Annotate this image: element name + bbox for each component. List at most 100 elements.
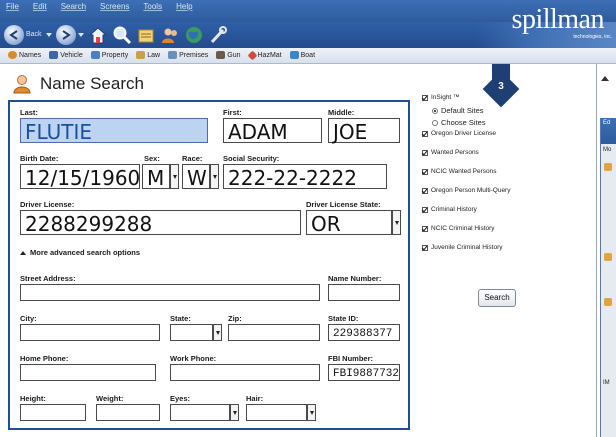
nav-vehicle[interactable]: Vehicle (49, 51, 83, 59)
source-ncic-criminal-history[interactable]: NCIC Criminal History (422, 225, 495, 232)
race-select[interactable]: W (182, 164, 210, 190)
checkbox-icon (422, 168, 428, 175)
menu-tools[interactable]: Tools (143, 2, 162, 11)
state-dropdown-icon[interactable] (213, 324, 222, 341)
city-input[interactable] (20, 324, 160, 341)
source-insight-label: InSight ™ (431, 94, 460, 101)
nav-law[interactable]: Law (136, 51, 160, 59)
eyes-label: Eyes: (170, 394, 191, 403)
choose-sites-radio[interactable]: Choose Sites (432, 118, 486, 127)
tools-icon[interactable] (208, 25, 228, 45)
forward-dropdown-icon[interactable] (78, 33, 84, 37)
navigation-bar: Names Vehicle Property Law Premises Gun … (0, 48, 616, 64)
state-select[interactable] (170, 324, 213, 341)
collapse-triangle-icon (20, 250, 26, 255)
source-label: Wanted Persons (431, 149, 479, 156)
sex-label: Sex: (144, 154, 160, 163)
source-juvenile-criminal-history[interactable]: Juvenile Criminal History (422, 244, 503, 251)
first-name-input[interactable]: ADAM (223, 118, 322, 144)
nav-boat[interactable]: Boat (289, 51, 315, 59)
users-icon[interactable] (160, 25, 180, 45)
back-button[interactable] (4, 25, 24, 45)
source-ncic-wanted-persons[interactable]: NCIC Wanted Persons (422, 168, 497, 175)
source-oregon-person-multi-query[interactable]: Oregon Person Multi-Query (422, 187, 510, 194)
race-dropdown-icon[interactable] (210, 164, 219, 189)
driver-license-state-dropdown-icon[interactable] (392, 210, 401, 235)
hazmat-icon (247, 50, 257, 60)
second-window-title: Ed (603, 120, 611, 126)
first-label: First: (223, 108, 242, 117)
nav-premises[interactable]: Premises (168, 51, 208, 59)
premises-icon (168, 51, 178, 59)
eyes-select[interactable] (170, 404, 230, 421)
menu-help[interactable]: Help (176, 2, 192, 11)
sex-dropdown-icon[interactable] (170, 164, 179, 189)
middle-label: Middle: (328, 108, 355, 117)
source-label: Criminal History (431, 206, 477, 213)
page-title: Name Search (40, 74, 144, 93)
driver-license-input[interactable]: 2288299288 (20, 210, 301, 236)
street-address-input[interactable] (20, 284, 320, 301)
last-name-input[interactable]: FLUTIE (20, 118, 208, 144)
hair-dropdown-icon[interactable] (307, 404, 316, 421)
name-number-input[interactable] (328, 284, 400, 301)
vehicle-icon (49, 51, 59, 59)
globe-icon[interactable] (184, 25, 204, 45)
middle-name-input[interactable]: JOE (328, 118, 400, 144)
scroll-up-icon[interactable] (601, 76, 609, 81)
hair-select[interactable] (246, 404, 307, 421)
driver-license-state-select[interactable]: OR (306, 210, 392, 236)
nav-gun-label: Gun (227, 51, 241, 59)
nav-gun[interactable]: Gun (216, 51, 241, 59)
work-phone-input[interactable] (170, 364, 320, 381)
source-wanted-persons[interactable]: Wanted Persons (422, 149, 479, 156)
weight-input[interactable] (96, 404, 160, 421)
notes-icon[interactable] (136, 25, 156, 45)
fbi-number-input[interactable]: FBI9887732 (328, 364, 400, 381)
sex-select[interactable]: M (142, 164, 170, 190)
source-label: NCIC Wanted Persons (431, 168, 497, 175)
source-label: Juvenile Criminal History (431, 244, 503, 251)
state-id-label: State ID: (328, 314, 359, 323)
second-window[interactable]: Ed Mo IM (600, 118, 616, 437)
search-button[interactable]: Search (478, 289, 516, 307)
nav-hazmat[interactable]: HazMat (247, 50, 282, 60)
advanced-search-toggle[interactable]: More advanced search options (20, 248, 140, 257)
nav-property[interactable]: Property (90, 51, 128, 59)
source-criminal-history[interactable]: Criminal History (422, 206, 477, 213)
menu-file[interactable]: File (6, 2, 19, 11)
driver-license-label: Driver License: (20, 200, 75, 209)
spillman-tagline: technologies, inc. (573, 34, 612, 40)
street-address-label: Street Address: (20, 274, 76, 283)
driver-license-state-value: OR (311, 212, 341, 236)
height-input[interactable] (20, 404, 86, 421)
driver-license-value: 2288299288 (25, 212, 153, 236)
gun-icon (216, 51, 226, 59)
eyes-dropdown-icon[interactable] (230, 404, 239, 421)
menu-screens[interactable]: Screens (100, 2, 129, 11)
state-id-input[interactable]: 229388377 (328, 324, 400, 341)
zip-input[interactable] (228, 324, 320, 341)
source-label: Oregon Driver License (431, 130, 497, 137)
ssn-input[interactable]: 222-22-2222 (223, 164, 387, 190)
default-sites-radio[interactable]: Default Sites (432, 106, 484, 115)
menu-search[interactable]: Search (61, 2, 86, 11)
badge-number: 3 (498, 81, 504, 92)
menu-edit[interactable]: Edit (33, 2, 47, 11)
source-insight[interactable]: InSight ™ (422, 94, 460, 101)
back-dropdown-icon[interactable] (46, 33, 52, 37)
radio-icon (432, 119, 438, 126)
work-phone-label: Work Phone: (170, 354, 217, 363)
birth-date-input[interactable]: 12/15/1960 (20, 164, 140, 190)
spillman-logo: spillman (511, 4, 605, 35)
search-icon[interactable] (112, 25, 132, 45)
forward-button[interactable] (56, 25, 76, 45)
main-pane: Name Search Last: FLUTIE First: ADAM Mid… (0, 64, 596, 437)
ssn-label: Social Security: (223, 154, 280, 163)
source-oregon-driver-license[interactable]: Oregon Driver License (422, 130, 496, 137)
property-icon (90, 51, 100, 59)
home-icon[interactable] (88, 25, 108, 45)
home-phone-input[interactable] (20, 364, 156, 381)
nav-names[interactable]: Names (8, 51, 41, 59)
source-label: Oregon Person Multi-Query (431, 187, 511, 194)
